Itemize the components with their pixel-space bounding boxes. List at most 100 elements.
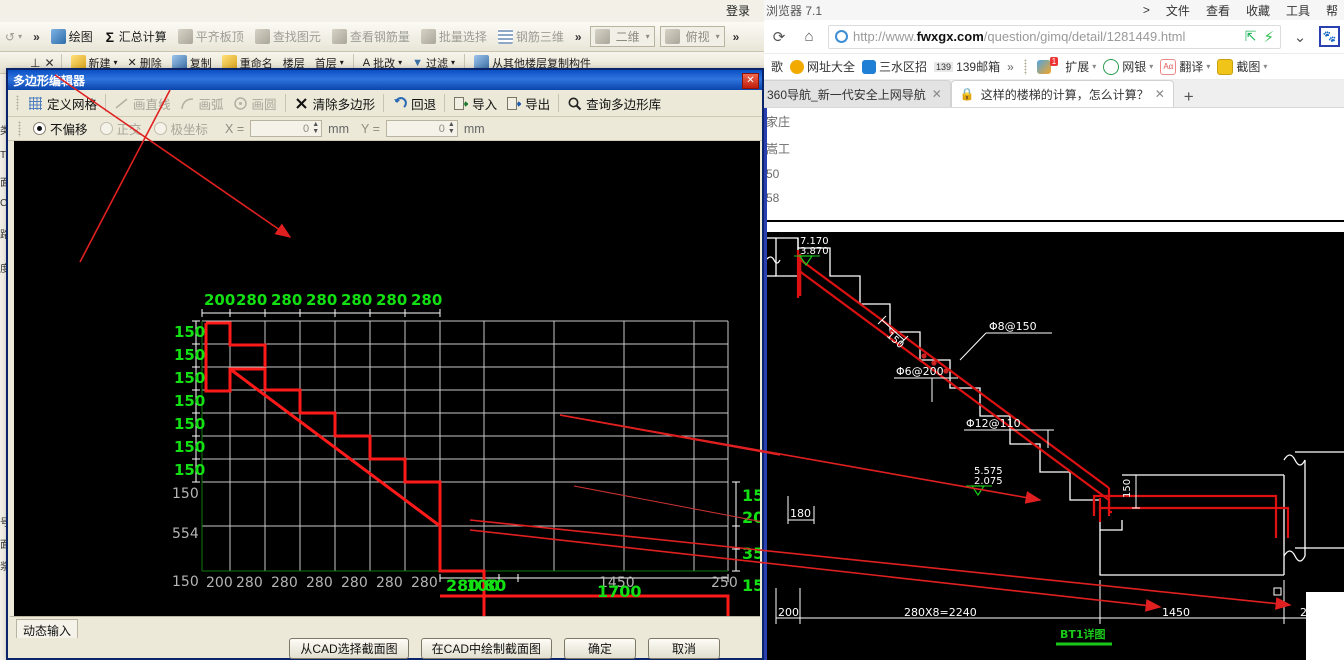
dialog-button-row: 从CAD选择截面图 在CAD中绘制截面图 确定 取消 <box>10 638 760 660</box>
clear-polygon-button[interactable]: 清除多边形 <box>291 93 379 114</box>
radio-no-offset[interactable]: 不偏移 <box>30 118 91 139</box>
toolbar-btn-rebar-3d[interactable]: 钢筋三维 <box>495 27 567 46</box>
lock-icon: 🔒 <box>959 87 975 101</box>
url-domain: fwxgx.com <box>916 29 984 44</box>
close-icon[interactable]: ✕ <box>742 73 759 89</box>
canvas-top-dim-3: 280 <box>306 291 337 309</box>
cad-dim-200: 200 <box>778 606 799 619</box>
draw-circle-button[interactable]: 画圆 <box>230 93 280 114</box>
toolbar-btn-draw-label: 绘图 <box>68 30 93 44</box>
new-tab-button[interactable]: + <box>1174 87 1204 107</box>
canvas-left-dim-1: 150 <box>174 346 205 364</box>
options-grip[interactable] <box>18 120 21 137</box>
bookmark-sanshui[interactable]: 三水区招 <box>862 58 927 75</box>
chevron-down-icon[interactable]: ⌄ <box>1289 26 1311 48</box>
draw-section-in-cad-button[interactable]: 在CAD中绘制截面图 <box>420 638 552 659</box>
toolbar-btn-draw[interactable]: 绘图 <box>48 27 96 46</box>
canvas-left-gray-0: 150 <box>172 486 199 502</box>
toolbar-grip[interactable] <box>16 95 19 111</box>
x-label: X = <box>225 121 245 136</box>
menu-view[interactable]: 查看 <box>1206 2 1230 19</box>
menu-favorites[interactable]: 收藏 <box>1246 2 1270 19</box>
toolbar-btn-summary-calc[interactable]: Σ 汇总计算 <box>101 27 170 46</box>
bookmark-mail139[interactable]: 139 139邮箱 <box>934 58 1000 75</box>
dialog-titlebar[interactable]: 多边形编辑器 ✕ <box>8 70 762 90</box>
undo-button[interactable]: 回退 <box>389 93 439 114</box>
canvas-left-dim-5: 150 <box>174 438 205 456</box>
draw-line-button[interactable]: 画直线 <box>111 93 174 114</box>
canvas-bottom-green-2: 80 <box>484 576 506 595</box>
login-link[interactable]: 登录 <box>726 2 750 19</box>
content-white-gap <box>767 222 1344 232</box>
tab-360-nav[interactable]: 360导航_新一代安全上网导航 ✕ <box>764 80 951 107</box>
undo-dropdown[interactable]: ↺ ▾ <box>2 29 25 45</box>
mail-139-icon: 139 <box>934 61 954 72</box>
export-button[interactable]: 导出 <box>503 93 553 114</box>
tab-close-icon[interactable]: ✕ <box>932 87 942 101</box>
address-bar[interactable]: http://www.fwxgx.com/question/gimq/detai… <box>828 24 1281 49</box>
view-mode-combo[interactable]: 二维 ▾ <box>589 26 655 47</box>
toolbar-bank[interactable]: 网银 ▾ <box>1103 58 1153 75</box>
share-icon[interactable]: ⇱ <box>1245 28 1257 45</box>
toolbar-overflow-left-icon[interactable]: » <box>30 30 43 44</box>
cad-drawing-title: BT1详图 <box>1060 627 1106 641</box>
toolbar-extension[interactable]: 1 扩展 ▾ <box>1036 57 1096 75</box>
ok-button[interactable]: 确定 <box>564 638 636 659</box>
sidebar-line-1[interactable]: 嵩工 <box>764 135 884 162</box>
toolbar-btn-align-slab[interactable]: 平齐板顶 <box>175 27 247 46</box>
bookmark-music[interactable]: 歌 <box>768 58 783 75</box>
import-button[interactable]: 导入 <box>450 93 500 114</box>
define-grid-button[interactable]: 定义网格 <box>25 93 100 114</box>
browser-menubar: 浏览器 7.1 > 文件 查看 收藏 工具 帮 <box>764 0 1344 21</box>
toolbar-translate[interactable]: Aα 翻译 ▾ <box>1160 58 1210 75</box>
radio-orthogonal[interactable]: 正交 <box>97 118 145 139</box>
toolbar-screenshot[interactable]: 截图 ▾ <box>1217 58 1267 75</box>
browser-content: 家庄 嵩工 50 58 7.170 3.870 5.575 2.075 Φ8@1… <box>764 108 1344 660</box>
reload-icon[interactable]: ⟳ <box>768 26 790 48</box>
bookmark-sanshui-label: 三水区招 <box>879 60 928 74</box>
select-section-from-cad-button[interactable]: 从CAD选择截面图 <box>289 638 409 659</box>
bookmarks-overflow-icon[interactable]: » <box>1007 60 1014 74</box>
canvas-bottom-gray-0: 200 <box>206 575 233 591</box>
tab-stair-question[interactable]: 🔒 这样的楼梯的计算，怎么计算？ ✕ <box>950 80 1174 107</box>
lightning-icon[interactable]: ⚡ <box>1263 28 1274 46</box>
sidebar-line-2[interactable]: 50 <box>764 162 884 186</box>
query-polygon-library-button[interactable]: 查询多边形库 <box>564 93 664 114</box>
canvas-bottom-gray-1: 280 <box>236 575 263 591</box>
toolbar-overflow-right-icon[interactable]: » <box>730 30 743 44</box>
cad-elev-top-1: 3.870 <box>800 246 829 257</box>
toolbar-btn-view-rebar[interactable]: 查看钢筋量 <box>329 27 413 46</box>
tab-360-nav-label: 360导航_新一代安全上网导航 <box>767 87 926 102</box>
y-offset-input[interactable]: 0 ▲ ▼ <box>385 120 458 137</box>
rebar-3d-icon <box>497 29 513 44</box>
draw-arc-button[interactable]: 画弧 <box>177 93 227 114</box>
toolbar-overflow-mid-icon[interactable]: » <box>572 30 585 44</box>
y-spinner-arrows[interactable]: ▲ ▼ <box>447 121 456 136</box>
host-toolbar-primary: ↺ ▾ » 绘图 Σ 汇总计算 平齐板顶 查找图元 查看钢筋量 批量选择 钢筋三维 <box>0 22 764 52</box>
menubar-overflow-icon[interactable]: > <box>1143 3 1150 17</box>
polygon-drawing-canvas[interactable]: 200 280 280 280 280 280 280 150 150 150 … <box>14 141 760 616</box>
tab-dynamic-input[interactable]: 动态输入 <box>16 619 79 638</box>
canvas-bottom-gray-8: 250 <box>711 575 738 591</box>
view-angle-combo[interactable]: 俯视 ▾ <box>659 26 725 47</box>
cad-elev-bottom-1: 2.075 <box>974 476 1003 487</box>
home-icon[interactable]: ⌂ <box>798 26 820 48</box>
sidebar-line-3[interactable]: 58 <box>764 186 884 210</box>
toolbar-btn-find-element[interactable]: 查找图元 <box>252 27 324 46</box>
menu-tools[interactable]: 工具 <box>1286 2 1310 19</box>
tab-close-icon[interactable]: ✕ <box>1155 87 1165 101</box>
toolbar-btn-view-rebar-label: 查看钢筋量 <box>349 30 410 44</box>
radio-polar[interactable]: 极坐标 <box>151 118 212 139</box>
menu-help[interactable]: 帮 <box>1326 2 1338 19</box>
x-spinner-arrows[interactable]: ▲ ▼ <box>311 121 320 136</box>
menu-file[interactable]: 文件 <box>1166 2 1190 19</box>
sidebar-line-0[interactable]: 家庄 <box>764 108 884 135</box>
paw-icon[interactable]: 🐾 <box>1319 26 1340 47</box>
toolbar-btn-batch-select[interactable]: 批量选择 <box>418 27 490 46</box>
x-offset-input[interactable]: 0 ▲ ▼ <box>250 120 323 137</box>
cancel-button[interactable]: 取消 <box>648 638 720 659</box>
bookmarks-grip[interactable] <box>1023 58 1027 75</box>
bookmark-nav-directory[interactable]: 网址大全 <box>790 58 855 75</box>
canvas-left-dim-4: 150 <box>174 415 205 433</box>
canvas-right-dim-1: 200 <box>742 508 760 527</box>
